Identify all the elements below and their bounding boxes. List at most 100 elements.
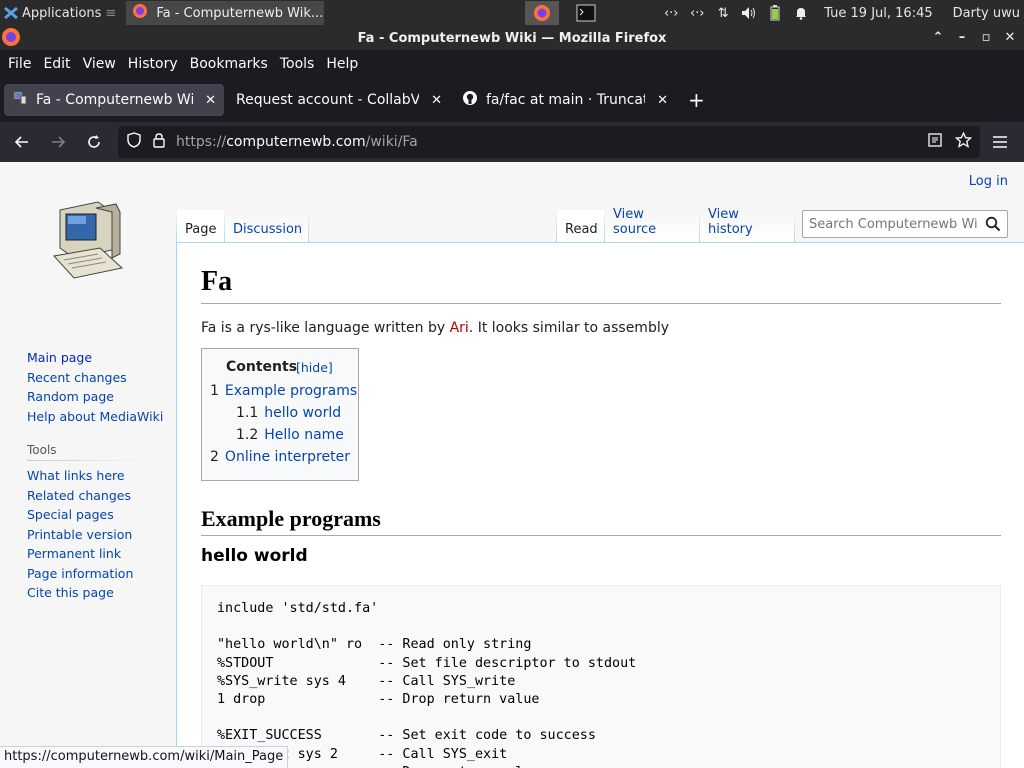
- wiki-search-input[interactable]: Search Computernewb Wi: [802, 210, 1008, 238]
- window-maximize-icon[interactable]: ▫: [978, 28, 994, 46]
- wiki-favicon-icon: [12, 90, 28, 110]
- toc-title: Contents: [226, 359, 298, 375]
- tab-discussion[interactable]: Discussion: [225, 210, 308, 243]
- tab-view-history[interactable]: View history: [700, 207, 794, 243]
- page-title: Fa: [201, 265, 1001, 304]
- taskbar-window-title: Fa - Computernewb Wik...: [156, 5, 324, 21]
- toc-item-hello-world[interactable]: 1.1 hello world: [236, 405, 341, 421]
- terminal-launcher[interactable]: [569, 1, 603, 25]
- lock-icon[interactable]: [152, 132, 166, 152]
- sidebar-item-printable-version[interactable]: Printable version: [27, 525, 133, 545]
- section-heading-example-programs: Example programs: [201, 505, 1001, 536]
- clock[interactable]: Tue 19 Jul, 16:45: [824, 6, 932, 21]
- sidebar-item-cite-this-page[interactable]: Cite this page: [27, 583, 133, 603]
- sidebar-item-main-page[interactable]: Main page: [27, 348, 163, 368]
- network-secondary-icon[interactable]: ‹·›: [688, 4, 706, 22]
- terminal-icon: [576, 4, 596, 22]
- menu-help[interactable]: Help: [326, 56, 358, 72]
- toc-item-online-interpreter[interactable]: 2 Online interpreter: [210, 449, 350, 465]
- tab-read[interactable]: Read: [557, 210, 604, 243]
- tab-close-icon[interactable]: ✕: [431, 93, 442, 108]
- toc-text: Online interpreter: [224, 449, 350, 465]
- taskbar-window-button[interactable]: Fa - Computernewb Wik...: [126, 1, 325, 25]
- sidebar-item-help[interactable]: Help about MediaWiki: [27, 407, 163, 427]
- transfer-icon[interactable]: ⇅: [714, 4, 732, 22]
- subsection-heading-hello-world: hello world: [201, 546, 308, 566]
- new-tab-plus-icon[interactable]: +: [688, 88, 705, 112]
- tab-request-account[interactable]: Request account - CollabVM ✕: [228, 84, 450, 116]
- sidebar-item-permanent-link[interactable]: Permanent link: [27, 544, 133, 564]
- xfce-logo-icon: [4, 6, 18, 20]
- sidebar-item-special-pages[interactable]: Special pages: [27, 505, 133, 525]
- toc-hide-toggle[interactable]: [hide]: [296, 360, 333, 375]
- toc-item-example-programs[interactable]: 1 Example programs: [210, 383, 357, 399]
- tab-page[interactable]: Page: [177, 210, 224, 243]
- window-titlebar[interactable]: Fa - Computernewb Wiki — Mozilla Firefox…: [0, 26, 1024, 50]
- network-icon[interactable]: ‹·›: [662, 4, 680, 22]
- sidebar-item-recent-changes[interactable]: Recent changes: [27, 368, 163, 388]
- tab-read-label: Read: [565, 222, 598, 237]
- window-close-icon[interactable]: ✕: [1002, 28, 1018, 46]
- battery-icon[interactable]: [766, 4, 784, 22]
- tab-view-history-label: View history: [708, 207, 753, 237]
- menu-edit[interactable]: Edit: [43, 56, 70, 72]
- window-minimize-icon[interactable]: –: [954, 28, 970, 46]
- search-icon[interactable]: [985, 216, 1001, 236]
- toc-number: 2: [210, 449, 219, 465]
- tab-close-icon[interactable]: ✕: [205, 93, 216, 108]
- reload-icon[interactable]: [80, 128, 108, 156]
- search-placeholder: Search Computernewb Wi: [809, 216, 978, 232]
- link-status-bar: https://computernewb.com/wiki/Main_Page: [0, 746, 289, 768]
- sidebar-item-related-changes[interactable]: Related changes: [27, 486, 133, 506]
- firefox-icon: [132, 3, 148, 23]
- login-link[interactable]: Log in: [969, 174, 1008, 189]
- tab-fa-github[interactable]: fa/fac at main · Truncate ✕: [454, 84, 676, 116]
- menu-tools[interactable]: Tools: [280, 56, 315, 72]
- tab-title: Request account - CollabVM: [236, 92, 420, 108]
- wiki-logo[interactable]: [50, 198, 126, 290]
- article-content: Fa Fa is a rys-like language written by …: [176, 242, 1024, 768]
- sidebar-tools-heading: Tools: [27, 443, 57, 457]
- menu-view[interactable]: View: [83, 56, 116, 72]
- tab-close-icon[interactable]: ✕: [657, 93, 668, 108]
- applications-menu-button[interactable]: Applications ≡: [0, 0, 120, 26]
- toc-item-hello-name[interactable]: 1.2 Hello name: [236, 427, 344, 443]
- toc-text: hello world: [264, 405, 342, 421]
- tab-fa-computernewb[interactable]: Fa - Computernewb Wiki ✕: [4, 84, 224, 116]
- menu-file[interactable]: File: [8, 56, 31, 72]
- sidebar-item-random-page[interactable]: Random page: [27, 387, 163, 407]
- reader-view-icon[interactable]: [927, 132, 943, 152]
- sidebar-item-page-information[interactable]: Page information: [27, 564, 133, 584]
- toc-text: Hello name: [264, 427, 344, 443]
- wiki-sidebar: Main page Recent changes Random page Hel…: [0, 162, 176, 768]
- tab-title: Fa - Computernewb Wiki: [36, 92, 194, 108]
- navigation-toolbar: https://computernewb.com/wiki/Fa: [0, 122, 1024, 162]
- app-menu-hamburger-icon[interactable]: [986, 128, 1014, 156]
- url-host: computernewb.com: [226, 134, 366, 150]
- bookmark-star-icon[interactable]: [954, 131, 973, 152]
- tab-view-source[interactable]: View source: [605, 207, 699, 243]
- firefox-icon: [534, 5, 550, 21]
- url-bar[interactable]: https://computernewb.com/wiki/Fa: [118, 126, 980, 158]
- github-favicon-icon: [462, 90, 478, 110]
- window-shade-icon[interactable]: ⌃: [930, 28, 946, 46]
- volume-icon[interactable]: [740, 4, 758, 22]
- forward-arrow-icon[interactable]: [44, 128, 72, 156]
- tab-strip: Fa - Computernewb Wiki ✕ Request account…: [0, 78, 1024, 122]
- author-link[interactable]: Ari: [450, 320, 469, 336]
- firefox-launcher[interactable]: [525, 1, 559, 25]
- back-arrow-icon[interactable]: [8, 128, 36, 156]
- menu-history[interactable]: History: [128, 56, 178, 72]
- sidebar-item-what-links-here[interactable]: What links here: [27, 466, 133, 486]
- intro-paragraph: Fa is a rys-like language written by Ari…: [201, 320, 669, 336]
- notifications-bell-icon[interactable]: [792, 4, 810, 22]
- url-path: /wiki/Fa: [365, 134, 418, 150]
- menu-bookmarks[interactable]: Bookmarks: [190, 56, 268, 72]
- tab-view-source-label: View source: [613, 207, 657, 237]
- tracking-shield-icon[interactable]: [126, 132, 142, 152]
- toc-number: 1.2: [236, 427, 259, 443]
- sidebar-navigation: Main page Recent changes Random page Hel…: [27, 348, 163, 426]
- toc-text: Example programs: [224, 383, 358, 399]
- table-of-contents: Contents [hide] 1 Example programs 1.1 hel…: [201, 348, 359, 481]
- user-menu[interactable]: Darty uwu: [953, 6, 1020, 21]
